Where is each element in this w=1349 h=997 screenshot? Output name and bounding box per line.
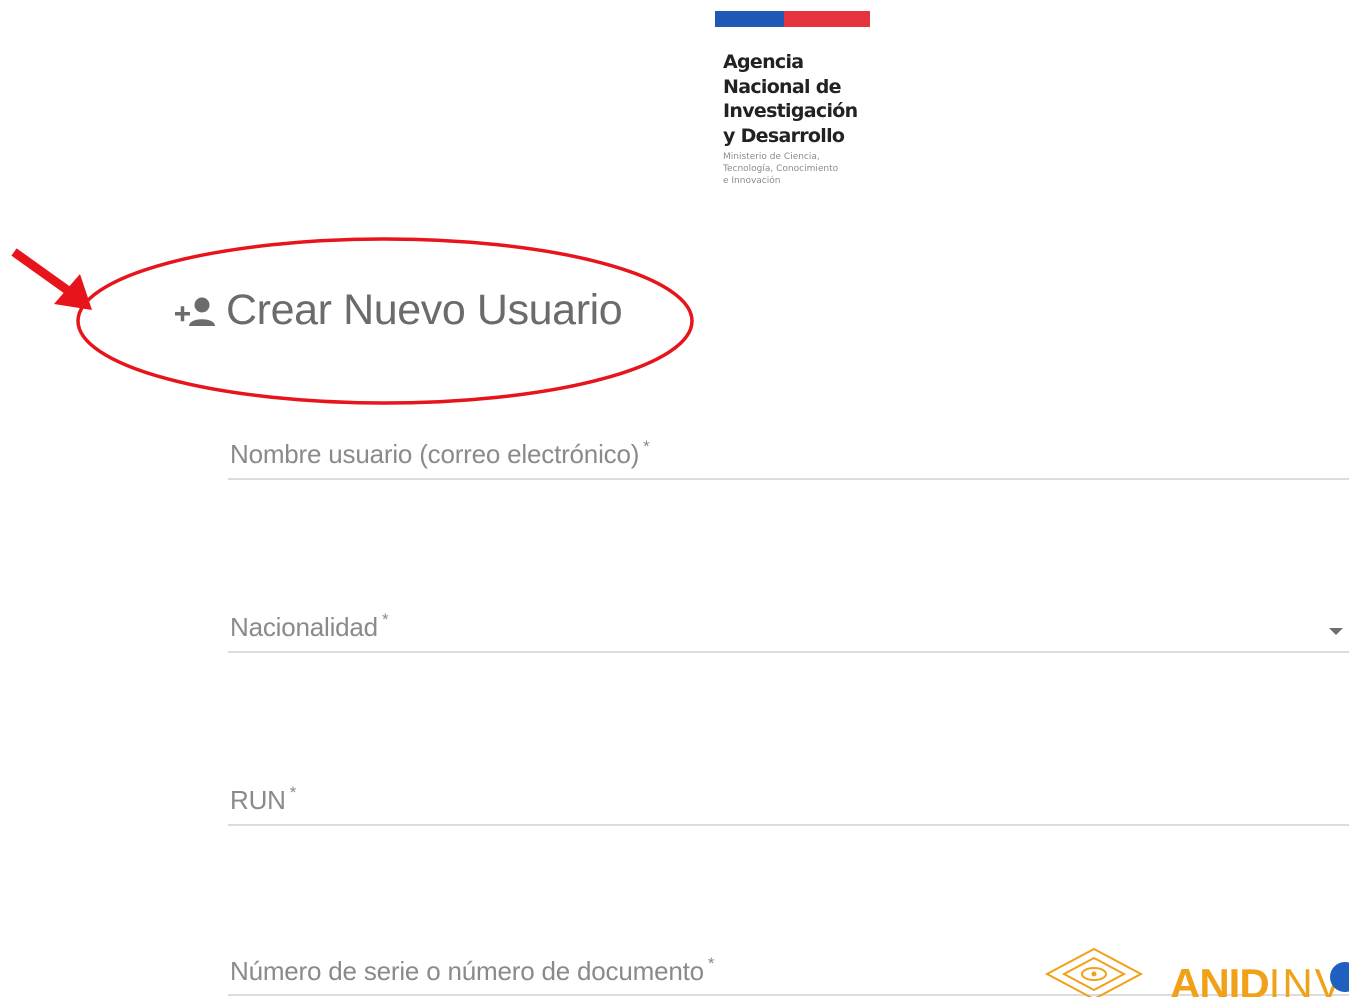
logo-ministry-line: Tecnología, Conocimiento [723, 164, 839, 174]
logo-name-line: Investigación [723, 100, 858, 122]
person-add-icon [175, 297, 215, 326]
logo-name-line: y Desarrollo [723, 124, 845, 147]
dropdown-arrow-icon[interactable] [1329, 628, 1343, 635]
agency-logo: Agencia Nacional de Investigación y Desa… [723, 50, 883, 187]
logo-flag-red [784, 11, 870, 27]
brand-text-bold: ANID [1170, 960, 1270, 997]
required-mark: * [381, 610, 389, 629]
page-heading: Crear Nuevo Usuario [172, 282, 623, 338]
logo-ministry-line: Ministerio de Ciencia, [723, 152, 820, 162]
required-mark: * [707, 954, 715, 973]
document-number-label: Número de serie o número de documento * [230, 954, 715, 986]
run-field[interactable]: RUN * [228, 778, 1349, 826]
logo-flag-blue [715, 11, 784, 27]
logo-name-line: Nacional de [723, 75, 842, 98]
logo-ministry-line: e Innovación [723, 176, 781, 186]
email-username-label: Nombre usuario (correo electrónico) * [230, 437, 650, 469]
anid-diamond-logo-icon [1044, 947, 1144, 997]
anid-brand-wordmark: ANIDINV [1170, 959, 1345, 997]
logo-flag-bar [715, 11, 870, 27]
required-mark: * [643, 437, 650, 456]
nationality-select[interactable]: Nacionalidad * [228, 605, 1349, 653]
email-username-field[interactable]: Nombre usuario (correo electrónico) * [228, 432, 1349, 480]
required-mark: * [289, 783, 297, 802]
logo-ministry: Ministerio de Ciencia, Tecnología, Conoc… [723, 151, 883, 187]
logo-name-line: Agencia [723, 51, 804, 73]
nationality-label: Nacionalidad * [230, 610, 389, 642]
run-label: RUN * [230, 783, 297, 815]
page-title: Crear Nuevo Usuario [226, 285, 623, 334]
